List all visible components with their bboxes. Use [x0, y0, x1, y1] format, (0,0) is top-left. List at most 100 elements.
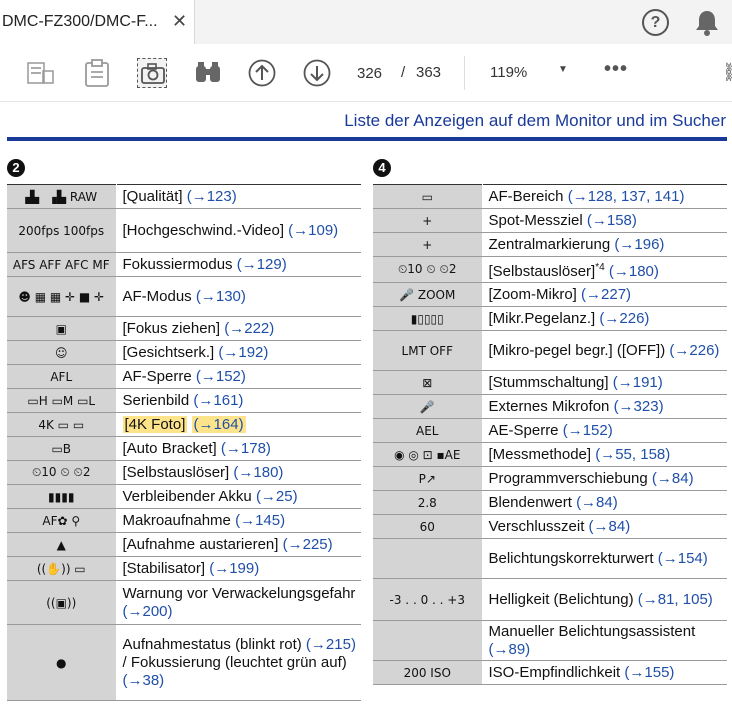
table-row: Belichtungskorrekturwert (→154): [373, 538, 727, 579]
indicator-icon-cell: ▭H ▭M ▭L: [7, 388, 117, 413]
chevron-down-icon[interactable]: ▼: [558, 64, 568, 75]
table-row: ⊠ [Stummschaltung] (→191): [373, 370, 727, 395]
indicator-description: Manueller Belichtungsassistent (→89): [482, 620, 727, 661]
binoculars-find-icon[interactable]: [193, 58, 223, 88]
snapshot-camera-icon[interactable]: [137, 58, 167, 88]
document-tab[interactable]: DMC-FZ300/DMC-F... ✕: [0, 0, 195, 44]
page-reference-link[interactable]: (→55, 158): [595, 446, 670, 463]
indicator-icon-cell: +: [373, 208, 483, 233]
page-reference-link[interactable]: (→180): [609, 263, 659, 280]
indicator-description: AF-Sperre (→152): [116, 364, 361, 389]
page-reference-link[interactable]: (→227): [581, 286, 631, 303]
page-reference-link[interactable]: (→215): [306, 636, 356, 653]
page-reference-link[interactable]: (→154): [658, 550, 708, 567]
table-row: ◉ ◎ ⊡ ▪AE [Messmethode] (→55, 158): [373, 442, 727, 467]
indicator-description: Programmverschiebung (→84): [482, 466, 727, 491]
page-reference-link[interactable]: (→196): [614, 236, 664, 253]
page-reference-link[interactable]: (→180): [233, 464, 283, 481]
page-reference-link[interactable]: (→164): [191, 415, 246, 433]
text-select-icon[interactable]: [26, 58, 56, 88]
table-row: ▲ [Aufnahme austarieren] (→225): [7, 532, 361, 557]
page-reference-link[interactable]: (→84): [652, 470, 694, 487]
indicator-icon-cell: LMT OFF: [373, 330, 483, 371]
page-reference-link[interactable]: (→199): [209, 560, 259, 577]
page-reference-link[interactable]: (→89): [489, 641, 531, 658]
page-reference-link[interactable]: (→192): [218, 344, 268, 361]
indicator-label: Aufnahmestatus (blinkt rot): [122, 635, 302, 653]
indicator-label: Externes Mikrofon: [488, 397, 610, 415]
indicator-label: [Hochgeschwind.-Video]: [122, 221, 284, 239]
more-options-icon[interactable]: •••: [604, 58, 628, 81]
indicator-description: Makroaufnahme (→145): [116, 508, 361, 533]
indicator-symbol-icon: ▭H ▭M ▭L: [27, 393, 96, 408]
indicator-label: Serienbild: [122, 391, 190, 409]
notification-bell-icon[interactable]: [694, 9, 720, 37]
table-row: ⏲10 ⏲ ⏲2 [Selbstauslöser]*4 (→180): [373, 256, 727, 283]
indicator-label: Warnung vor Verwackelungsgefahr: [122, 584, 356, 602]
indicator-description: Externes Mikrofon (→323): [482, 394, 727, 419]
indicator-label: AF-Modus: [122, 287, 192, 305]
indicator-label: AF-Bereich: [488, 187, 564, 205]
indicator-symbol-icon: ▮▮▮▮: [48, 489, 75, 504]
next-page-icon[interactable]: [302, 58, 332, 88]
indicator-symbol-icon: ⏲10 ⏲ ⏲2: [397, 262, 457, 276]
indicator-symbol-icon: AFL: [50, 369, 73, 384]
page-reference-link[interactable]: (→145): [235, 512, 285, 529]
page-reference-link[interactable]: (→191): [613, 374, 663, 391]
page-reference-link[interactable]: (→155): [624, 664, 674, 681]
indicator-icon-cell: 200 ISO: [373, 660, 483, 685]
table-row: 60 Verschlusszeit (→84): [373, 514, 727, 539]
indicator-description: [Selbstauslöser] (→180): [116, 460, 361, 485]
page-reference-link[interactable]: (→323): [614, 398, 664, 415]
zoom-level-select[interactable]: 119%: [490, 64, 527, 81]
page-reference-link[interactable]: (→84): [576, 494, 618, 511]
page-reference-link[interactable]: (→225): [283, 536, 333, 553]
indicator-label: [Fokus ziehen]: [122, 319, 221, 337]
indicator-description: [Auto Bracket] (→178): [116, 436, 361, 461]
page-reference-link[interactable]: (→109): [288, 222, 338, 239]
page-reference-link[interactable]: (→129): [237, 256, 287, 273]
page-reference-link[interactable]: (→84): [589, 518, 631, 535]
indicator-label: [Mikr.Pegelanz.]: [488, 309, 596, 327]
previous-page-icon[interactable]: [247, 58, 277, 88]
table-row: ☺ [Gesichtserk.] (→192): [7, 340, 361, 365]
indicator-label: Blendenwert: [488, 493, 572, 511]
close-tab-icon[interactable]: ✕: [172, 11, 187, 32]
page-reference-link[interactable]: (→38): [123, 672, 165, 689]
section-badge-left: 2: [7, 159, 25, 177]
page-reference-link[interactable]: (→200): [123, 603, 173, 620]
page-reference-link[interactable]: (→152): [563, 422, 613, 439]
indicator-description: Blendenwert (→84): [482, 490, 727, 515]
indicator-description: Warnung vor Verwackelungsgefahr (→200): [116, 580, 361, 625]
indicator-symbol-icon: LMT OFF: [401, 343, 453, 358]
page-reference-link[interactable]: (→152): [196, 368, 246, 385]
tab-title: DMC-FZ300/DMC-F...: [2, 13, 158, 30]
indicator-symbol-icon: ⊠: [422, 375, 433, 390]
page-reference-link[interactable]: (→25): [256, 488, 298, 505]
page-reference-link[interactable]: (→81, 105): [638, 591, 713, 608]
page-reference-link[interactable]: (→158): [587, 212, 637, 229]
page-reference-link[interactable]: (→226): [599, 310, 649, 327]
link-icon[interactable]: ⛓: [722, 62, 732, 83]
indicator-description: AF-Modus (→130): [116, 276, 361, 317]
indicator-icon-cell: ☻ ▦ ▦ ✛ ■ ✛: [7, 276, 117, 317]
page-reference-link[interactable]: (→123): [187, 188, 237, 205]
page-reference-link[interactable]: (→222): [224, 320, 274, 337]
page-reference-link[interactable]: (→226): [669, 342, 719, 359]
clipboard-icon[interactable]: [82, 58, 112, 88]
table-row: AF✿ ⚲ Makroaufnahme (→145): [7, 508, 361, 533]
tab-bar: DMC-FZ300/DMC-F... ✕ ?: [0, 0, 732, 44]
page-number-input[interactable]: [357, 59, 395, 87]
indicator-symbol-icon: ▲: [56, 537, 66, 552]
footnote-marker: *4: [595, 261, 605, 273]
page-reference-link[interactable]: (→128, 137, 141): [568, 188, 685, 205]
indicator-symbol-icon: 200 ISO: [403, 665, 451, 680]
indicator-icon-cell: 60: [373, 514, 483, 539]
page-reference-link[interactable]: (→178): [221, 440, 271, 457]
page-reference-link[interactable]: (→130): [196, 288, 246, 305]
table-row: AFL AF-Sperre (→152): [7, 364, 361, 389]
table-row: ▮▯▯▯▯ [Mikr.Pegelanz.] (→226): [373, 306, 727, 331]
table-row: ⏲10 ⏲ ⏲2 [Selbstauslöser] (→180): [7, 460, 361, 485]
page-reference-link[interactable]: (→161): [193, 392, 243, 409]
help-icon[interactable]: ?: [642, 9, 669, 36]
